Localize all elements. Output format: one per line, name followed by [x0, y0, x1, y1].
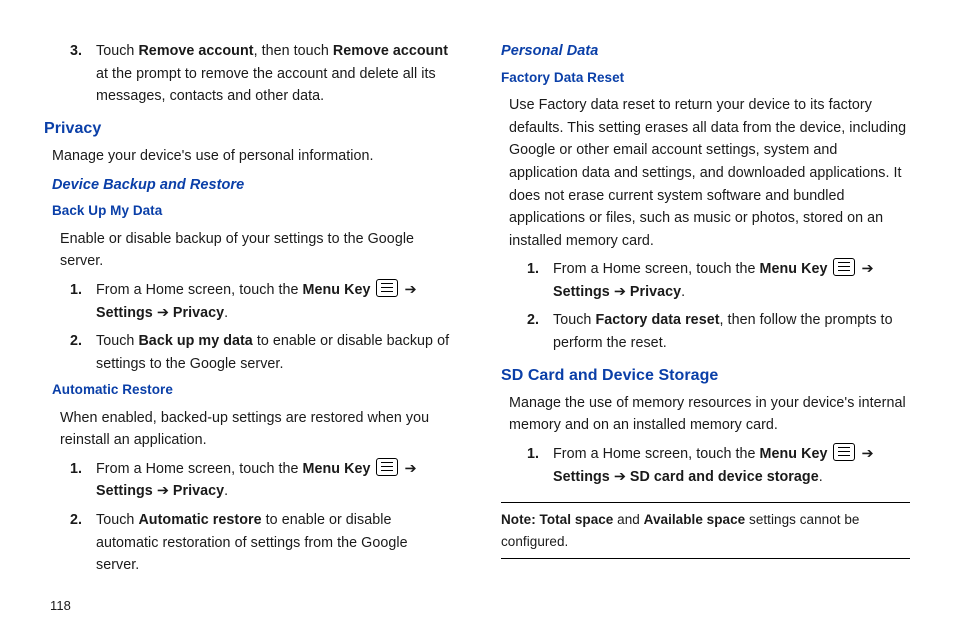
menu-key-icon	[833, 443, 855, 461]
sd-intro: Manage the use of memory resources in yo…	[509, 392, 910, 437]
text: .	[224, 305, 228, 321]
bold-text: Menu Key	[303, 282, 371, 298]
bold-text: Remove account	[333, 43, 448, 59]
text: , then touch	[254, 43, 333, 59]
step-number: 3.	[44, 40, 82, 108]
factory-intro: Use Factory data reset to return your de…	[509, 94, 910, 252]
bold-text: Factory data reset	[595, 312, 719, 328]
text: Touch	[96, 512, 138, 528]
arrow: ➔	[400, 282, 416, 298]
right-column: Personal Data Factory Data Reset Use Fac…	[501, 34, 910, 636]
bold-text: Settings	[96, 305, 153, 321]
steps-factory-reset: 1. From a Home screen, touch the Menu Ke…	[501, 258, 910, 354]
step-text: Touch Remove account, then touch Remove …	[96, 40, 453, 108]
menu-key-icon	[376, 279, 398, 297]
bold-text: Privacy	[173, 305, 224, 321]
step-text: Touch Automatic restore to enable or dis…	[96, 509, 453, 577]
heading-factory-reset: Factory Data Reset	[501, 67, 910, 88]
step-2: 2. Touch Factory data reset, then follow…	[501, 309, 910, 354]
bold-text: Menu Key	[303, 461, 371, 477]
bold-text: Settings	[553, 469, 610, 485]
bold-text: Remove account	[138, 43, 253, 59]
text: and	[613, 512, 643, 527]
backup-intro: Enable or disable backup of your setting…	[60, 228, 453, 273]
text: Touch	[96, 333, 138, 349]
steps-auto-restore: 1. From a Home screen, touch the Menu Ke…	[44, 458, 453, 577]
arrow: ➔	[610, 284, 630, 300]
step-1: 1. From a Home screen, touch the Menu Ke…	[501, 443, 910, 488]
heading-back-up-my-data: Back Up My Data	[52, 200, 453, 221]
step-number: 1.	[501, 443, 539, 488]
bold-text: Note: Total space	[501, 512, 613, 527]
heading-sd-card: SD Card and Device Storage	[501, 363, 910, 388]
step-text: Touch Back up my data to enable or disab…	[96, 330, 453, 375]
text: Touch	[96, 43, 138, 59]
arrow: ➔	[400, 461, 416, 477]
step-number: 2.	[44, 330, 82, 375]
steps-back-up: 1. From a Home screen, touch the Menu Ke…	[44, 279, 453, 375]
text: From a Home screen, touch the	[553, 261, 760, 277]
text: .	[224, 483, 228, 499]
step-1: 1. From a Home screen, touch the Menu Ke…	[44, 458, 453, 503]
bold-text: Privacy	[630, 284, 681, 300]
steps-sd-card: 1. From a Home screen, touch the Menu Ke…	[501, 443, 910, 488]
page-number: 118	[50, 596, 71, 617]
text: From a Home screen, touch the	[96, 282, 303, 298]
heading-device-backup: Device Backup and Restore	[52, 174, 453, 197]
text: From a Home screen, touch the	[96, 461, 303, 477]
step-2: 2. Touch Back up my data to enable or di…	[44, 330, 453, 375]
bold-text: Privacy	[173, 483, 224, 499]
arrow: ➔	[153, 483, 173, 499]
step-text: From a Home screen, touch the Menu Key ➔…	[553, 258, 910, 303]
bold-text: Automatic restore	[138, 512, 261, 528]
note-text: Note: Total space and Available space se…	[501, 509, 910, 552]
arrow: ➔	[610, 469, 630, 485]
step-number: 1.	[44, 279, 82, 324]
text: .	[819, 469, 823, 485]
step-2: 2. Touch Automatic restore to enable or …	[44, 509, 453, 577]
step-text: From a Home screen, touch the Menu Key ➔…	[96, 458, 453, 503]
arrow: ➔	[857, 261, 873, 277]
divider	[501, 502, 910, 503]
arrow: ➔	[153, 305, 173, 321]
steps-remove-account: 3. Touch Remove account, then touch Remo…	[44, 40, 453, 108]
text: .	[681, 284, 685, 300]
bold-text: Back up my data	[138, 333, 252, 349]
step-number: 2.	[44, 509, 82, 577]
bold-text: SD card and device storage	[630, 469, 819, 485]
bold-text: Available space	[644, 512, 746, 527]
text: From a Home screen, touch the	[553, 446, 760, 462]
menu-key-icon	[376, 458, 398, 476]
step-number: 1.	[44, 458, 82, 503]
privacy-intro: Manage your device's use of personal inf…	[52, 145, 453, 168]
step-3: 3. Touch Remove account, then touch Remo…	[44, 40, 453, 108]
heading-personal-data: Personal Data	[501, 40, 910, 63]
autorestore-intro: When enabled, backed-up settings are res…	[60, 407, 453, 452]
bold-text: Menu Key	[760, 446, 828, 462]
heading-automatic-restore: Automatic Restore	[52, 379, 453, 400]
step-number: 1.	[501, 258, 539, 303]
text: at the prompt to remove the account and …	[96, 66, 436, 105]
step-1: 1. From a Home screen, touch the Menu Ke…	[501, 258, 910, 303]
bold-text: Settings	[96, 483, 153, 499]
divider	[501, 558, 910, 559]
text: Touch	[553, 312, 595, 328]
arrow: ➔	[857, 446, 873, 462]
left-column: 3. Touch Remove account, then touch Remo…	[44, 34, 453, 636]
step-text: Touch Factory data reset, then follow th…	[553, 309, 910, 354]
heading-privacy: Privacy	[44, 116, 453, 141]
bold-text: Menu Key	[760, 261, 828, 277]
step-1: 1. From a Home screen, touch the Menu Ke…	[44, 279, 453, 324]
menu-key-icon	[833, 258, 855, 276]
bold-text: Settings	[553, 284, 610, 300]
step-text: From a Home screen, touch the Menu Key ➔…	[553, 443, 910, 488]
step-number: 2.	[501, 309, 539, 354]
step-text: From a Home screen, touch the Menu Key ➔…	[96, 279, 453, 324]
